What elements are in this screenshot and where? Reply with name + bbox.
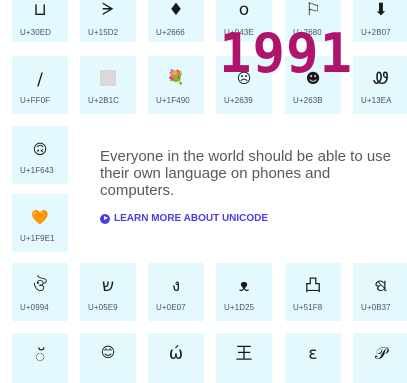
- glyph-tile[interactable]: ᴥ U+1D25: [216, 263, 272, 321]
- glyph-char: ε: [308, 344, 318, 364]
- glyph-code: U+51F8: [293, 303, 323, 312]
- glyph-code: U+0E07: [156, 303, 186, 312]
- glyph-tile[interactable]: 凸 U+51F8: [285, 263, 341, 321]
- glyph-code: U+0994: [20, 303, 49, 312]
- glyph-tile[interactable]: ଷ U+0B37: [353, 263, 407, 321]
- glyph-code: U+15D2: [88, 28, 119, 37]
- glyph-char: ⊔: [33, 0, 47, 20]
- intro-text: Everyone in the world should be able to …: [100, 148, 392, 199]
- glyph-char: 𝒫: [374, 344, 388, 364]
- glyph-char: ש: [101, 276, 115, 296]
- glyph-char: ⬇: [373, 0, 389, 20]
- glyph-char: Ꮺ: [373, 69, 389, 89]
- glyph-char: ᗒ: [101, 0, 115, 20]
- glyph-code: U+1D25: [224, 303, 255, 312]
- glyph-tile[interactable]: ש U+05E9: [80, 263, 136, 321]
- play-circle-icon: [100, 213, 110, 224]
- glyph-code: U+2B1C: [88, 96, 120, 105]
- glyph-char: ง: [171, 276, 181, 296]
- year-heading: 1991: [219, 22, 354, 85]
- glyph-tile[interactable]: / U+FF0F: [12, 56, 68, 114]
- glyph-tile[interactable]: ώ: [148, 333, 204, 383]
- glyph-tile[interactable]: ঔ U+0994: [12, 263, 68, 321]
- glyph-tile[interactable]: U+2B1C: [80, 56, 136, 114]
- glyph-char: ⚐: [305, 0, 321, 20]
- glyph-char: 凸: [304, 276, 322, 296]
- glyph-tile[interactable]: ♦ U+2666: [148, 0, 204, 42]
- glyph-char: 😊: [100, 345, 116, 361]
- glyph-code: U+05E9: [88, 303, 118, 312]
- glyph-tile[interactable]: 王: [216, 333, 272, 383]
- glyph-code: U+2666: [156, 28, 185, 37]
- glyph-code: U+FF0F: [20, 96, 51, 105]
- glyph-code: U+2B07: [361, 28, 391, 37]
- glyph-code: U+30ED: [20, 28, 52, 37]
- glyph-char: ώ: [168, 344, 184, 364]
- glyph-code: U+0B37: [361, 303, 391, 312]
- glyph-tile[interactable]: 𝒫: [353, 333, 407, 383]
- glyph-code: U+1F490: [156, 96, 190, 105]
- glyph-tile[interactable]: 🙃 U+1F643: [12, 126, 68, 184]
- glyph-tile[interactable]: ᗒ U+15D2: [80, 0, 136, 42]
- glyph-char: ଷ: [374, 276, 388, 296]
- glyph-tile[interactable]: 🧡 U+1F9E1: [12, 194, 68, 252]
- white-square-glyph: [100, 70, 116, 86]
- glyph-char: ♦: [168, 0, 184, 20]
- glyph-char: 💐: [167, 70, 185, 86]
- glyph-char: ॅ: [34, 347, 46, 367]
- glyph-tile[interactable]: ॅ: [12, 333, 68, 383]
- glyph-tile[interactable]: 😊: [80, 333, 136, 383]
- glyph-char: ᴥ: [238, 276, 250, 296]
- glyph-char: 🙃: [32, 142, 48, 158]
- glyph-tile[interactable]: Ꮺ U+13EA: [353, 56, 407, 114]
- glyph-code: U+1F9E1: [20, 234, 55, 243]
- glyph-char: ঔ: [33, 276, 47, 296]
- glyph-tile[interactable]: ε: [285, 333, 341, 383]
- glyph-char: /: [37, 70, 43, 90]
- glyph-tile[interactable]: 💐 U+1F490: [148, 56, 204, 114]
- glyph-char: о: [238, 0, 250, 20]
- glyph-char: 王: [235, 344, 253, 364]
- glyph-char: 🧡: [31, 210, 49, 226]
- glyph-code: U+13EA: [361, 96, 392, 105]
- glyph-code: U+2639: [224, 96, 253, 105]
- glyph-tile[interactable]: ⬇ U+2B07: [353, 0, 407, 42]
- glyph-code: U+1F643: [20, 166, 54, 175]
- glyph-tile[interactable]: ⊔ U+30ED: [12, 0, 68, 42]
- learn-more-label: LEARN MORE ABOUT UNICODE: [114, 213, 269, 224]
- glyph-tile[interactable]: ง U+0E07: [148, 263, 204, 321]
- learn-more-link[interactable]: LEARN MORE ABOUT UNICODE: [100, 213, 268, 224]
- glyph-code: U+263B: [293, 96, 323, 105]
